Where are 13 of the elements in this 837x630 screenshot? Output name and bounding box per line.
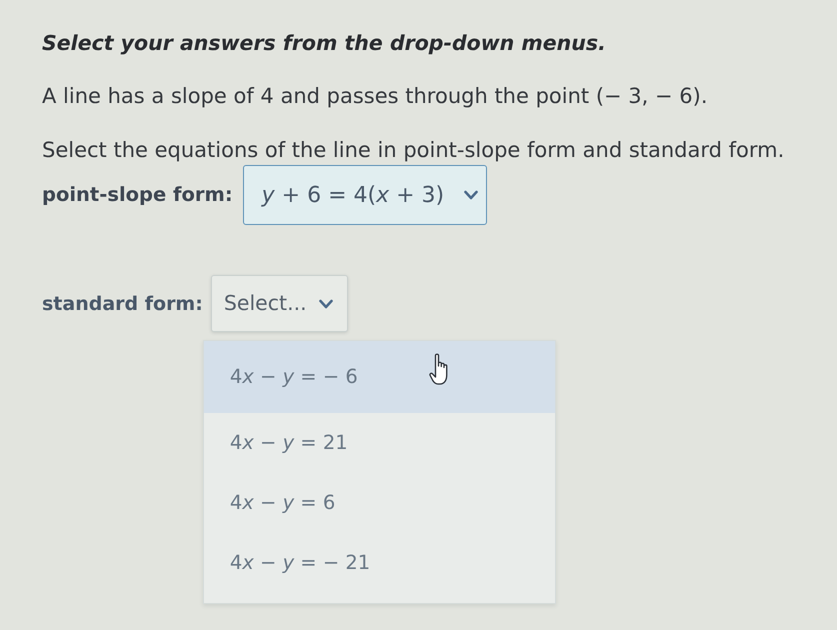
chevron-down-icon xyxy=(318,298,333,308)
dropdown-option[interactable]: 4x − y = 21 xyxy=(204,413,555,473)
dropdown-option[interactable]: 4x − y = − 21 xyxy=(204,533,555,593)
chevron-down-icon xyxy=(464,190,478,200)
problem-text: Select the equations of the line in point-slope form and standard form. xyxy=(42,137,786,163)
answer-dropdown[interactable]: y + 6 = 4(x + 3) xyxy=(242,165,487,225)
problem-text: A line has a slope of 4 and passes through the point (− 3, − 6). xyxy=(42,83,708,109)
instruction-heading: Select your answers from the drop-down menus. xyxy=(42,30,607,56)
dropdown-option[interactable]: 4x − y = − 6 xyxy=(204,341,555,413)
field-label: point-slope form: xyxy=(42,182,233,208)
answer-dropdown[interactable]: Select... xyxy=(210,275,348,332)
field-label: standard form: xyxy=(42,292,203,317)
dropdown-option[interactable]: 4x − y = 6 xyxy=(204,473,555,533)
